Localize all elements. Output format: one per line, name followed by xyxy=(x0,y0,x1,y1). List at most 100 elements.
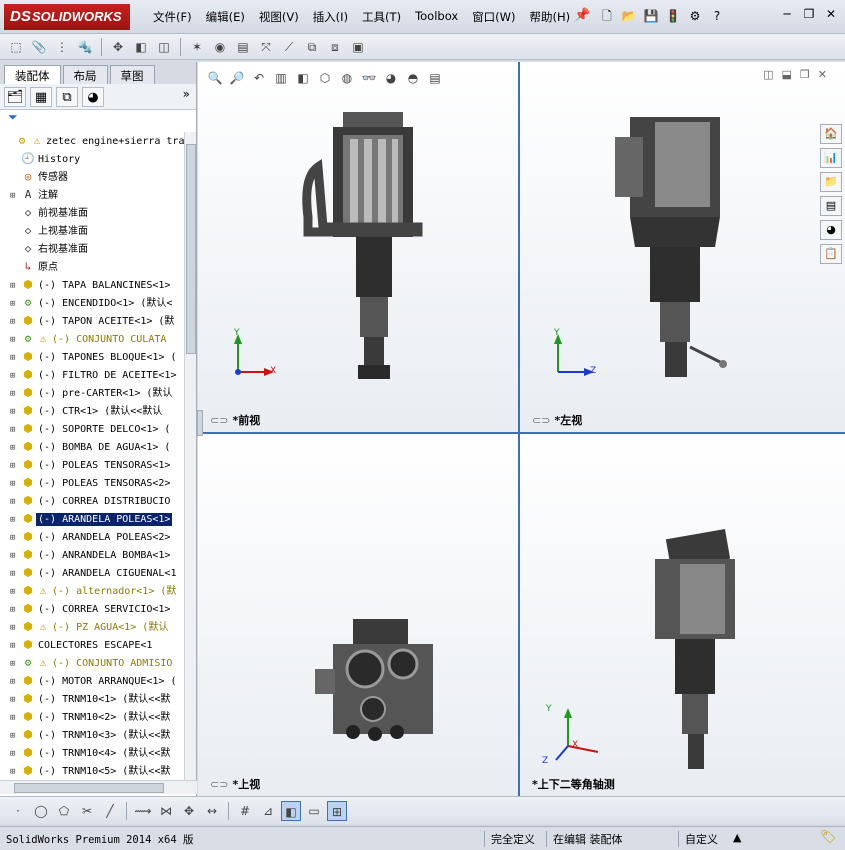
menu-item[interactable]: 插入(I) xyxy=(306,9,355,25)
mate-icon[interactable]: 📎 xyxy=(29,37,49,57)
expand-toggle-icon[interactable]: ⊞ xyxy=(10,439,20,457)
interference-detection-icon[interactable]: ⧉ xyxy=(302,37,322,57)
viewport-vertical-divider[interactable] xyxy=(518,62,520,796)
expand-toggle-icon[interactable]: ⊞ xyxy=(10,421,20,439)
tree-item[interactable]: ⊞ ⬢ (-) TAPON ACEITE<1> (默 xyxy=(0,312,185,330)
scrollbar-thumb[interactable] xyxy=(186,144,196,354)
expand-toggle-icon[interactable]: ⊞ xyxy=(10,457,20,475)
tree-item[interactable]: ⊞ ⬢ ⚠ (-) alternador<1> (默 xyxy=(0,582,185,600)
tree-item[interactable]: ⊞ ⬢ (-) ARANDELA POLEAS<1> xyxy=(0,510,185,528)
previous-view-icon[interactable]: ↶ xyxy=(250,68,268,86)
status-units-arrow[interactable]: ▲ xyxy=(733,831,741,844)
expand-toggle-icon[interactable]: ⊞ xyxy=(10,385,20,403)
tree-item[interactable]: ⊞ ⬢ (-) pre-CARTER<1> (默认 xyxy=(0,384,185,402)
tree-item[interactable]: ⊞ ⬢ (-) TRNM10<4> (默认<<默 xyxy=(0,744,185,762)
expand-toggle-icon[interactable]: ⊞ xyxy=(10,745,20,763)
tree-item[interactable]: ⚙ ⚠ zetec engine+sierra tra xyxy=(0,132,185,150)
tree-item[interactable]: ⊞ ⬢ (-) TRNM10<3> (默认<<默 xyxy=(0,726,185,744)
move-component-icon[interactable]: ✥ xyxy=(108,37,128,57)
viewport-front[interactable]: Y X ⊂⊃ *前视 xyxy=(198,62,518,432)
edit-appearance-icon[interactable]: ◕ xyxy=(382,68,400,86)
expand-toggle-icon[interactable]: ⊞ xyxy=(10,295,20,313)
tree-item[interactable]: ⊞ ⬢ COLECTORES ESCAPE<1 xyxy=(0,636,185,654)
propertymanager-tab-icon[interactable]: ▦ xyxy=(30,86,52,107)
reference-geometry-icon[interactable]: ✶ xyxy=(187,37,207,57)
tree-item[interactable]: ⊞ ⬢ (-) ARANDELA CIGUENAL<1 xyxy=(0,564,185,582)
tree-item[interactable]: ⊞ ⬢ (-) ANRANDELA BOMBA<1> xyxy=(0,546,185,564)
expand-toggle-icon[interactable]: ⊞ xyxy=(10,673,20,691)
expand-toggle-icon[interactable]: ⊞ xyxy=(10,709,20,727)
new-motion-study-icon[interactable]: ◉ xyxy=(210,37,230,57)
link-views-icon[interactable]: ⊂⊃ xyxy=(532,414,550,427)
move-entities-icon[interactable]: ✥ xyxy=(179,801,199,821)
appearances-scenes-icon[interactable]: ◕ xyxy=(820,220,842,240)
filter-icon[interactable]: ⏷ xyxy=(0,110,196,128)
grid-icon[interactable]: # xyxy=(235,801,255,821)
expand-toggle-icon[interactable]: ⊞ xyxy=(10,475,20,493)
viewport-top[interactable]: X Z ⊂⊃*上视 xyxy=(198,434,518,796)
menu-item[interactable]: 编辑(E) xyxy=(199,9,252,25)
expand-toggle-icon[interactable]: ⊞ xyxy=(10,763,20,780)
menu-item[interactable]: 文件(F) xyxy=(146,9,199,25)
smart-dimension-icon[interactable]: ↔ xyxy=(202,801,222,821)
menu-item[interactable]: 视图(V) xyxy=(252,9,306,25)
expand-toggle-icon[interactable]: ⊞ xyxy=(10,313,20,331)
circle-icon[interactable]: ◯ xyxy=(31,801,51,821)
configurationmanager-tab-icon[interactable]: ⧉ xyxy=(56,86,78,107)
tree-item[interactable]: ◇ 前视基准面 xyxy=(0,204,185,222)
solidworks-logo[interactable]: DS SOLIDWORKS xyxy=(4,4,130,30)
tree-item[interactable]: ⊞ ⬢ (-) CORREA SERVICIO<1> xyxy=(0,600,185,618)
link-views-icon[interactable]: ⊂⊃ xyxy=(210,414,228,427)
expand-toggle-icon[interactable]: ⊞ xyxy=(10,187,20,205)
command-tab[interactable]: 草图 xyxy=(109,65,155,84)
tree-item[interactable]: ⊞ ⚙ (-) ENCENDIDO<1> (默认< xyxy=(0,294,185,312)
menu-item[interactable]: 窗口(W) xyxy=(465,9,522,25)
tree-item[interactable]: ⊞ ⬢ (-) FILTRO DE ACEITE<1> xyxy=(0,366,185,384)
expand-toggle-icon[interactable]: ⊞ xyxy=(10,349,20,367)
tree-item[interactable]: 🕘 History xyxy=(0,150,185,168)
tree-vertical-scrollbar[interactable] xyxy=(184,132,196,780)
offset-icon[interactable]: ⟿ xyxy=(133,801,153,821)
expand-toggle-icon[interactable]: ⊞ xyxy=(10,727,20,745)
custom-properties-icon[interactable]: 📋 xyxy=(820,244,842,264)
file-explorer-icon[interactable]: 📁 xyxy=(820,172,842,192)
engine-model-front[interactable] xyxy=(298,107,448,387)
tree-item[interactable]: ⊞ ⬢ (-) POLEAS TENSORAS<2> xyxy=(0,474,185,492)
expand-toggle-icon[interactable]: ⊞ xyxy=(10,691,20,709)
engine-model-top[interactable] xyxy=(313,614,443,749)
tree-item[interactable]: ⊞ ⬢ (-) MOTOR ARRANQUE<1> ( xyxy=(0,672,185,690)
apply-scene-icon[interactable]: ◓ xyxy=(404,68,422,86)
command-tab[interactable]: 装配体 xyxy=(4,65,61,84)
viewport-horizontal-divider[interactable] xyxy=(198,432,845,434)
bill-of-materials-icon[interactable]: ▤ xyxy=(233,37,253,57)
show-hidden-icon[interactable]: ◧ xyxy=(131,37,151,57)
menu-item[interactable]: 帮助(H) xyxy=(523,9,578,25)
zoom-to-area-icon[interactable]: 🔎 xyxy=(228,68,246,86)
tree-item[interactable]: ↳ 原点 xyxy=(0,258,185,276)
explode-line-sketch-icon[interactable]: ⟋ xyxy=(279,37,299,57)
exploded-view-icon[interactable]: ⤧ xyxy=(256,37,276,57)
tree-item[interactable]: ⊞ ⬢ (-) TAPONES BLOQUE<1> ( xyxy=(0,348,185,366)
open-folder-icon[interactable]: 📂 xyxy=(620,6,638,24)
expand-toggle-icon[interactable]: ⊞ xyxy=(10,529,20,547)
tree-item[interactable]: ⊞ A 注解 xyxy=(0,186,185,204)
expand-toggle-icon[interactable]: ⊞ xyxy=(10,547,20,565)
tree-item[interactable]: ⊞ ⬢ (-) SOPORTE DELCO<1> ( xyxy=(0,420,185,438)
pin-icon[interactable]: 📌 xyxy=(574,8,590,23)
expand-toggle-icon[interactable]: ⊞ xyxy=(10,367,20,385)
trim-icon[interactable]: ✂ xyxy=(77,801,97,821)
tree-item[interactable]: ◇ 右视基准面 xyxy=(0,240,185,258)
tree-item[interactable]: ⊞ ⬢ (-) TRNM10<2> (默认<<默 xyxy=(0,708,185,726)
clearance-verification-icon[interactable]: ⧈ xyxy=(325,37,345,57)
save-icon[interactable]: 💾 xyxy=(642,6,660,24)
link-views-icon[interactable]: ⊂⊃ xyxy=(210,778,228,791)
minimize-icon[interactable]: ─ xyxy=(779,6,795,22)
featuremanager-tab-icon[interactable]: 🗂 xyxy=(4,86,26,107)
section-view-icon[interactable]: ▥ xyxy=(272,68,290,86)
tree-item[interactable]: ⊞ ⚙ ⚠ (-) CONJUNTO ADMISIO xyxy=(0,654,185,672)
zoom-to-fit-icon[interactable]: 🔍 xyxy=(206,68,224,86)
engine-model-isometric[interactable] xyxy=(640,529,750,779)
tree-item[interactable]: ⊞ ⬢ ⚠ (-) PZ AGUA<1> (默认 xyxy=(0,618,185,636)
line-icon[interactable]: ╱ xyxy=(100,801,120,821)
restore-icon[interactable]: ❐ xyxy=(801,6,817,22)
